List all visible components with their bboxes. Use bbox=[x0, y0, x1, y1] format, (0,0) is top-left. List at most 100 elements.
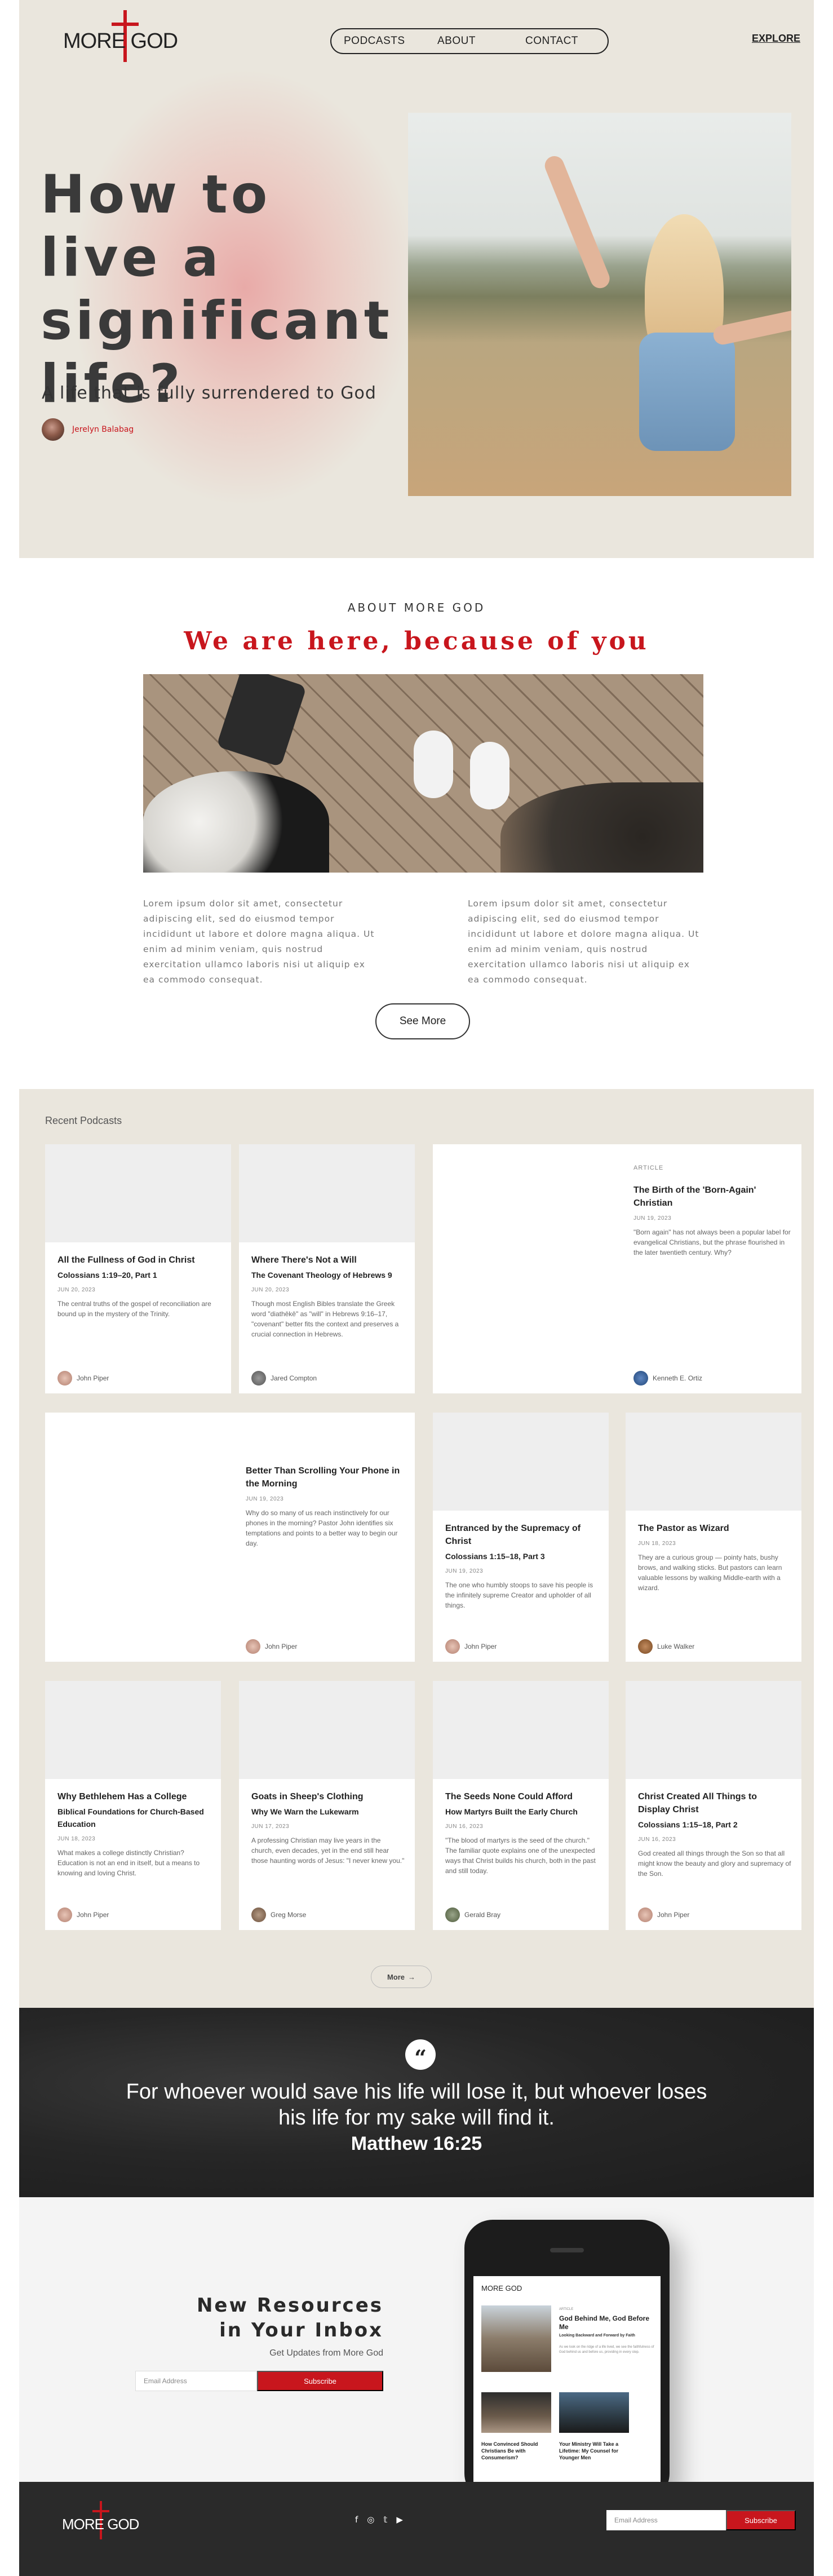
photo-figure bbox=[542, 147, 791, 496]
phone-image bbox=[481, 2305, 551, 2372]
phone-tag: ARTICLE bbox=[559, 2308, 574, 2311]
phone-mockup: MORE GOD ARTICLE God Behind Me, God Befo… bbox=[464, 2220, 670, 2482]
card-subtitle: Biblical Foundations for Church-Based Ed… bbox=[57, 1807, 204, 1829]
card-body: Why Bethlehem Has a College Biblical Fou… bbox=[57, 1790, 211, 1878]
author-avatar bbox=[445, 1639, 460, 1654]
hero-author-name: Jerelyn Balabag bbox=[72, 425, 134, 434]
more-button-label: More bbox=[387, 1972, 405, 1981]
photo-dog bbox=[500, 782, 703, 873]
card-author: Jared Compton bbox=[251, 1371, 317, 1386]
about-text-left: Lorem ipsum dolor sit amet, consectetur … bbox=[143, 898, 375, 985]
author-name: John Piper bbox=[657, 1911, 690, 1919]
phone-speaker bbox=[550, 2248, 584, 2252]
article-card-wide[interactable]: ARTICLE The Birth of the 'Born-Again' Ch… bbox=[433, 1144, 801, 1393]
card-title: Christ Created All Things to Display Chr… bbox=[638, 1792, 757, 1814]
card-subtitle: Colossians 1:19–20, Part 1 bbox=[57, 1271, 157, 1280]
card-date: JUN 19, 2023 bbox=[246, 1496, 284, 1502]
card-body: The Pastor as Wizard JUN 18, 2023 They a… bbox=[638, 1522, 791, 1593]
phone-image bbox=[559, 2392, 629, 2433]
card-author: John Piper bbox=[445, 1639, 497, 1654]
card-date: JUN 16, 2023 bbox=[445, 1823, 484, 1830]
card-image bbox=[239, 1681, 415, 1779]
article-card-wide[interactable]: Better Than Scrolling Your Phone in the … bbox=[45, 1413, 415, 1662]
card-excerpt: What makes a college distinctly Christia… bbox=[57, 1849, 200, 1877]
twitter-icon[interactable]: 𝕥 bbox=[383, 2515, 387, 2525]
about-label: ABOUT MORE GOD bbox=[347, 601, 486, 614]
card-date: JUN 16, 2023 bbox=[638, 1836, 676, 1843]
photo-shirt bbox=[639, 333, 735, 451]
newsletter-email-input[interactable]: Email Address bbox=[135, 2371, 257, 2391]
author-name: Greg Morse bbox=[271, 1911, 307, 1919]
facebook-icon[interactable]: f bbox=[355, 2515, 358, 2525]
podcast-card[interactable]: The Seeds None Could Afford How Martyrs … bbox=[433, 1681, 609, 1930]
newsletter-section: New Resources in Your Inbox Get Updates … bbox=[19, 2197, 814, 2482]
author-name: Kenneth E. Ortiz bbox=[653, 1374, 703, 1382]
card-date: JUN 19, 2023 bbox=[633, 1215, 672, 1221]
about-photo bbox=[143, 674, 703, 873]
card-author: John Piper bbox=[57, 1371, 109, 1386]
nav-about[interactable]: ABOUT bbox=[437, 35, 476, 47]
podcast-card[interactable]: The Pastor as Wizard JUN 18, 2023 They a… bbox=[626, 1413, 801, 1662]
phone-subtitle: Looking Backward and Forward by Faith bbox=[559, 2334, 635, 2338]
arrow-right-icon: → bbox=[408, 1972, 416, 1981]
card-title: Entranced by the Supremacy of Christ bbox=[445, 1524, 581, 1546]
nav-podcasts[interactable]: PODCASTS bbox=[344, 35, 405, 47]
podcast-card[interactable]: Entranced by the Supremacy of Christ Col… bbox=[433, 1413, 609, 1662]
card-title: Where There's Not a Will bbox=[251, 1255, 357, 1265]
logo-cross-bar bbox=[112, 23, 139, 26]
card-excerpt: The central truths of the gospel of reco… bbox=[57, 1300, 211, 1318]
quote-text: For whoever would save his life will los… bbox=[126, 2080, 707, 2130]
podcast-card[interactable]: Goats in Sheep's Clothing Why We Warn th… bbox=[239, 1681, 415, 1930]
hero-section: MORE GOD PODCASTS ABOUT CONTACT EXPLORE … bbox=[19, 0, 814, 558]
card-excerpt: "Born again" has not always been a popul… bbox=[633, 1228, 791, 1256]
newsletter-title: New Resources in Your Inbox bbox=[196, 2294, 383, 2342]
card-image bbox=[433, 1681, 609, 1779]
card-excerpt: Though most English Bibles translate the… bbox=[251, 1300, 399, 1338]
youtube-icon[interactable]: ▶ bbox=[396, 2515, 403, 2525]
card-excerpt: A professing Christian may live years in… bbox=[251, 1836, 405, 1865]
quote-icon: “ bbox=[405, 2039, 436, 2070]
photo-shoe bbox=[414, 731, 453, 798]
card-image bbox=[45, 1681, 221, 1779]
card-image bbox=[239, 1144, 415, 1242]
footer-subscribe-button[interactable]: Subscribe bbox=[726, 2510, 796, 2530]
newsletter-subscribe-button[interactable]: Subscribe bbox=[257, 2371, 383, 2391]
card-body: All the Fullness of God in Christ Coloss… bbox=[57, 1254, 221, 1319]
site-logo[interactable]: MORE GOD bbox=[63, 10, 187, 62]
hero-subtitle: A life that is fully surrendered to God bbox=[42, 383, 376, 403]
main-nav: PODCASTS ABOUT CONTACT bbox=[330, 28, 609, 54]
hero-title: How to live a significant life? bbox=[41, 164, 393, 415]
author-avatar bbox=[638, 1907, 653, 1922]
see-more-button[interactable]: See More bbox=[375, 1003, 470, 1039]
quote-reference: Matthew 16:25 bbox=[351, 2133, 482, 2154]
footer-email-input[interactable]: Email Address bbox=[606, 2510, 726, 2530]
card-title: All the Fullness of God in Christ bbox=[57, 1255, 195, 1265]
logo-text: MORE GOD bbox=[63, 29, 178, 53]
card-author: John Piper bbox=[246, 1639, 297, 1654]
card-title: The Birth of the 'Born-Again' Christian bbox=[633, 1185, 756, 1208]
nav-contact[interactable]: CONTACT bbox=[525, 35, 578, 47]
hero-author[interactable]: Jerelyn Balabag bbox=[42, 418, 134, 441]
card-excerpt: Why do so many of us reach instinctively… bbox=[246, 1509, 398, 1547]
footer-logo[interactable]: MORE GOD bbox=[62, 2498, 141, 2539]
explore-link[interactable]: EXPLORE bbox=[752, 33, 800, 45]
podcast-card[interactable]: All the Fullness of God in Christ Coloss… bbox=[45, 1144, 231, 1393]
author-avatar bbox=[251, 1371, 266, 1386]
more-button[interactable]: More → bbox=[371, 1966, 432, 1988]
card-author: Luke Walker bbox=[638, 1639, 694, 1654]
card-tag: ARTICLE bbox=[633, 1165, 664, 1171]
instagram-icon[interactable]: ◎ bbox=[367, 2515, 374, 2525]
phone-screen: MORE GOD ARTICLE God Behind Me, God Befo… bbox=[473, 2276, 661, 2482]
podcast-card[interactable]: Christ Created All Things to Display Chr… bbox=[626, 1681, 801, 1930]
podcast-card[interactable]: Why Bethlehem Has a College Biblical Fou… bbox=[45, 1681, 221, 1930]
card-subtitle: Why We Warn the Lukewarm bbox=[251, 1807, 359, 1816]
card-date: JUN 17, 2023 bbox=[251, 1823, 290, 1830]
author-avatar bbox=[445, 1907, 460, 1922]
podcast-card[interactable]: Where There's Not a Will The Covenant Th… bbox=[239, 1144, 415, 1393]
card-author: Gerald Bray bbox=[445, 1907, 500, 1922]
author-name: Luke Walker bbox=[657, 1643, 695, 1650]
card-title: Why Bethlehem Has a College bbox=[57, 1792, 187, 1802]
card-author: John Piper bbox=[638, 1907, 689, 1922]
phone-title: Your Ministry Will Take a Lifetime: My C… bbox=[559, 2441, 619, 2460]
footer: MORE GOD f ◎ 𝕥 ▶ Email Address Subscribe bbox=[19, 2482, 814, 2576]
